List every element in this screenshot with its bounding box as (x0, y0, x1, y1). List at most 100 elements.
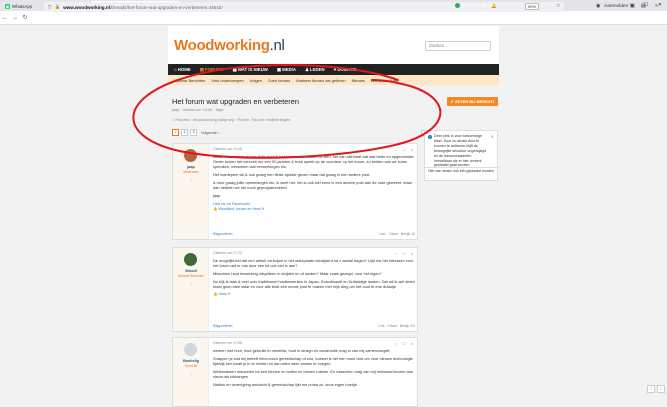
post-user-cell: jaap Moderator ⌄ (173, 144, 209, 239)
avatar[interactable] (184, 343, 197, 356)
back-icon[interactable]: ← (0, 15, 10, 21)
search-input[interactable]: Zoeken... (425, 41, 491, 51)
subnav-news[interactable]: Nieuws (352, 78, 365, 83)
pagination: 1 2 3 Volgende › (172, 129, 219, 136)
inbox-icon[interactable]: ✉ (482, 2, 486, 10)
subnav-mark-read[interactable]: Markeer forums als gelezen (296, 78, 345, 83)
url-path: /threads/het-forum-wat-upgraden-en-verbe… (109, 4, 223, 10)
username[interactable]: jaap (173, 165, 209, 169)
facebook-link[interactable]: Like us on Facebook! (213, 201, 415, 206)
chevron-down-icon[interactable]: ⌄ (173, 177, 209, 182)
page-1[interactable]: 1 (172, 129, 179, 136)
main-navbar: ⌂ HOME ▤ FORUMS ▦ WAT IS NIEUW ▣ MEDIA ♟… (168, 64, 499, 75)
post-paragraph: Snappen je wat mij betreft elecronsch ge… (213, 356, 413, 366)
nav-user[interactable]: woodwell (455, 2, 479, 10)
post-body: Gisteren om 17:56 werken met hout, hout … (213, 341, 415, 390)
post: Boshelig Goed lid ⌄ Gisteren om 17:56 we… (172, 337, 418, 407)
likes-summary[interactable]: 👍 Woodkind, jeroen en Henk H (213, 207, 415, 211)
post-paragraph: Werkmakken reduceren tot een binnen en b… (213, 369, 413, 379)
post-body: Gisteren om 17:23 De mogelijkheid dat ee… (213, 251, 415, 296)
post-user-cell: Woodi Actieve Berichter ⌄ (173, 248, 209, 331)
breadcrumb-text[interactable]: Forums › Woodworking vakgroep › Forum, F… (176, 117, 291, 122)
page-3[interactable]: 3 (190, 129, 197, 136)
post-actions[interactable]: < ☐ # (395, 251, 415, 256)
post-paragraph: Nu kijk ik laas & veel over traditioneel… (213, 279, 415, 289)
breadcrumb: ⌂ Forums › Woodworking vakgroep › Forum,… (172, 117, 290, 122)
post-actions[interactable]: < ☐ # (395, 341, 415, 346)
thread-meta: jaap · Gestart om 13:48 · Tags: (172, 108, 225, 112)
alerts-icon[interactable]: 🔔 (491, 2, 496, 10)
post-body: Gisteren om 13:48 Beste Forumsters, al e… (213, 147, 415, 211)
username[interactable]: Woodi (173, 269, 209, 273)
chevron-down-icon[interactable]: ⌄ (173, 281, 209, 286)
user-rank: Actieve Berichter (178, 274, 204, 278)
address-bar[interactable]: ⛉ 🔒 www.woodworking.nl /threads/het-foru… (44, 2, 564, 12)
post-user-cell: Boshelig Goed lid ⌄ (173, 338, 209, 406)
reply-button[interactable]: ✔ ZETER BIJ BERICHT (447, 97, 498, 106)
chevron-down-icon[interactable]: ⌄ (173, 371, 209, 376)
extension-icon[interactable]: ▤ (641, 2, 646, 12)
post-signature: jaap (213, 193, 221, 198)
post-date[interactable]: Gisteren om 13:48 (213, 147, 415, 151)
post-paragraph: Nadius en verenigring ambacht & gereedsc… (213, 382, 358, 387)
avatar[interactable] (184, 149, 197, 162)
nav-donation[interactable]: ♥ DONATIE (334, 67, 357, 72)
page-2[interactable]: 2 (181, 129, 188, 136)
zoom-level[interactable]: 90% (525, 3, 540, 10)
subnav-new-posts[interactable]: Nieuwe Berichten (174, 78, 205, 83)
post-date[interactable]: Gisteren om 17:56 (213, 341, 415, 345)
username[interactable]: Boshelig (173, 359, 209, 363)
subnav-search-forums[interactable]: Zoek forums (268, 78, 290, 83)
logo-tld: .nl (269, 37, 285, 54)
nav-forums[interactable]: ▤ FORUMS (200, 67, 224, 73)
report-link[interactable]: Rapporteren (213, 232, 232, 236)
post-paragraph: Beste Forumsters, al een tijdje rond ik … (213, 154, 415, 169)
post-footer-actions[interactable]: Link · Citaat · Bekijk 13 (379, 232, 415, 236)
info-icon: i (428, 135, 432, 139)
post-actions[interactable]: < ☐ # (395, 147, 415, 152)
report-link[interactable]: Rapporteren (213, 324, 232, 328)
profile-label[interactable]: Aanmelden (604, 2, 628, 12)
close-icon[interactable]: ✕ (491, 134, 494, 139)
divider (425, 167, 499, 168)
post-footer: Rapporteren Link · Citaat · Bekijk 13 (213, 232, 415, 236)
nav-media[interactable]: ▣ MEDIA (277, 67, 296, 73)
post-paragraph: De mogelijkheid dat een artikel verkopen… (213, 258, 414, 268)
scroll-up-icon[interactable]: ↑ (647, 385, 655, 393)
post: Woodi Actieve Berichter ⌄ Gisteren om 17… (172, 247, 418, 332)
subnav-what-are-you-doing[interactable]: Wat Doen Jullie (371, 78, 399, 83)
post-paragraph: werken met hout, hout gebruikt in meubel… (213, 348, 391, 353)
whatsapp-icon: ◉ (5, 3, 10, 9)
next-page-button[interactable]: Volgende › (201, 131, 219, 135)
subnav-find-threads[interactable]: Vind onderwerpen (211, 78, 243, 83)
forward-icon[interactable]: → (10, 15, 20, 21)
scroll-down-icon[interactable]: ↓ (657, 385, 665, 393)
post-date[interactable]: Gisteren om 17:23 (213, 251, 415, 255)
user-rank: Goed lid (184, 364, 198, 368)
user-rank: Moderator (183, 170, 199, 174)
subnav-watched[interactable]: Volgen (250, 78, 262, 83)
avatar[interactable] (184, 253, 197, 266)
lock-icon: 🔒 (54, 4, 61, 9)
sub-navbar: Nieuwe Berichten Vind onderwerpen Volgen… (168, 75, 499, 85)
reload-icon[interactable]: ↻ (20, 14, 30, 21)
post-footer-actions[interactable]: Link · Citaat · Bekijk 2/3 (378, 324, 415, 328)
bookmark-star-icon[interactable]: ☆ (556, 2, 560, 12)
post: jaap Moderator ⌄ Gisteren om 13:48 Beste… (172, 143, 418, 240)
page-content: Het forum wat upgraden en verbeteren jaa… (168, 85, 499, 407)
extensions-icon[interactable]: ▣ (630, 2, 635, 12)
nav-home[interactable]: ⌂ HOME (174, 67, 191, 72)
logo-main: Woodworking (174, 37, 270, 54)
likes-summary[interactable]: 👍 Henk H (213, 292, 415, 296)
site-logo[interactable]: Woodworking.nl (174, 37, 285, 54)
nav-whats-new[interactable]: ▦ WAT IS NIEUW (233, 67, 268, 73)
account-icon[interactable]: ◉ (596, 2, 600, 12)
notice-box: i ✕ Deze plek is voor toekomstige tekst.… (424, 130, 499, 181)
notice-link[interactable]: Hier kan straks ook info geplaatst worde… (428, 169, 496, 174)
shield-icon: ⛉ (48, 4, 52, 10)
nav-members[interactable]: ♟ LEDEN (305, 67, 325, 73)
notice-text: Deze plek is voor toekomstige tekst. Doo… (434, 134, 487, 168)
post-paragraph: Het manlepten wil & ook graag een flinke… (213, 172, 371, 177)
post-footer: Rapporteren Link · Citaat · Bekijk 2/3 (213, 324, 415, 328)
menu-icon[interactable]: ≡ (655, 2, 658, 12)
